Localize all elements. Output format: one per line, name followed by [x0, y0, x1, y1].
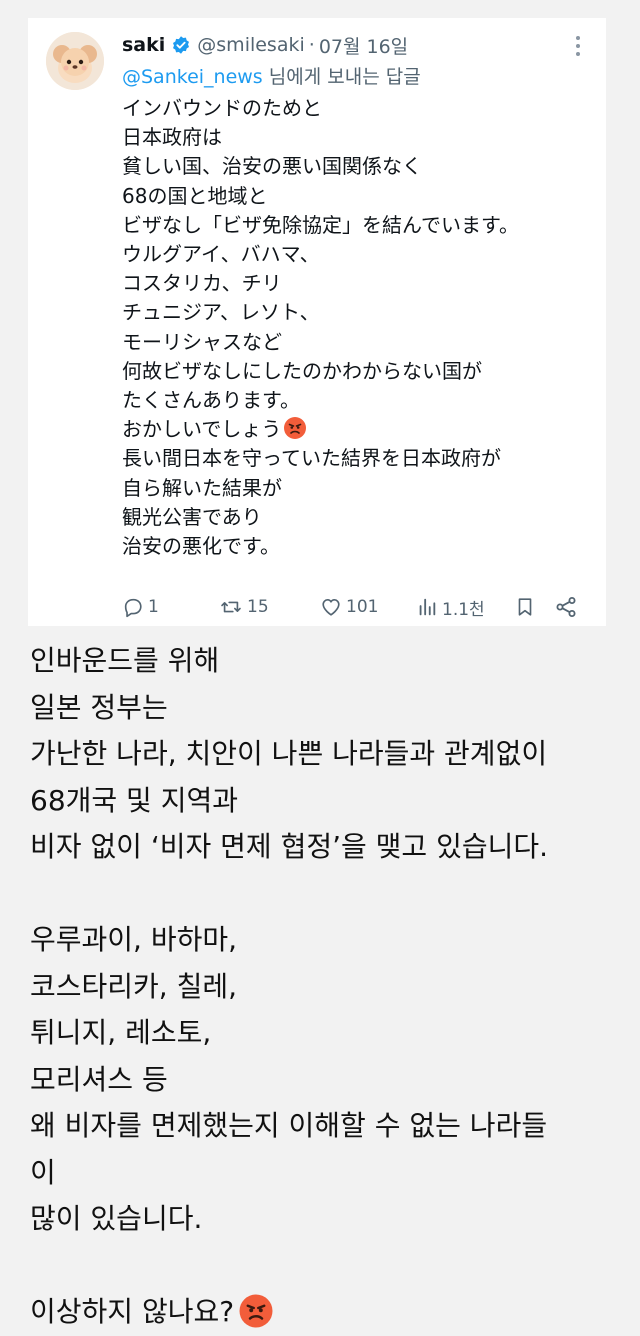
tweet-line: 日本政府は: [122, 125, 222, 150]
translation-line: 일본 정부는: [30, 690, 168, 724]
tweet-card: saki @smilesaki · 07월 16일 @Sankei_news 님…: [28, 18, 606, 626]
reply-context: @Sankei_news 님에게 보내는 답글: [122, 62, 421, 90]
tweet-line: 長い間日本を守っていた結界を日本政府が: [122, 446, 501, 471]
tweet-date[interactable]: 07월 16일: [319, 32, 408, 59]
translation-blank-line: [30, 1243, 630, 1290]
bookmark-button[interactable]: [514, 592, 540, 622]
reply-suffix: 님에게 보내는 답글: [262, 66, 421, 88]
bookmark-icon: [518, 598, 532, 616]
translation-line: 튀니지, 레소토,: [30, 1016, 212, 1049]
tweet-line: おかしいでしょう: [122, 417, 282, 442]
avatar-image: [46, 32, 104, 90]
tweet-line: たくさんあります。: [122, 388, 300, 413]
separator-dot: ·: [308, 34, 315, 56]
angry-face-emoji: [239, 1294, 273, 1328]
tweet-line: ウルグアイ、バハマ、: [122, 242, 320, 267]
retweet-icon: [221, 601, 241, 613]
tweet-actions: 1 15 101 1.1천: [122, 592, 586, 622]
tweet-line: 治安の悪化です。: [122, 534, 280, 559]
views-chart-icon: [419, 598, 436, 616]
translation-line: 68개국 및 지역과: [30, 783, 238, 817]
like-count: 101: [346, 597, 379, 617]
reply-icon: [124, 598, 142, 618]
retweet-count: 15: [247, 597, 269, 617]
tweet-line-with-emoji: おかしいでしょう: [122, 415, 598, 444]
views-button[interactable]: 1.1천: [416, 592, 485, 622]
translation-blank-line: [30, 871, 630, 918]
translation-line: 모리셔스 등: [30, 1062, 168, 1096]
reply-mention-link[interactable]: @Sankei_news: [122, 66, 263, 88]
more-options-icon[interactable]: [568, 36, 588, 56]
verified-badge-icon: [171, 35, 191, 55]
display-name[interactable]: saki: [122, 34, 165, 56]
translation-line: 이: [30, 1155, 56, 1189]
translation-line: 우루과이, 바하마,: [30, 923, 238, 956]
tweet-line: インバウンドのためと: [122, 96, 322, 120]
translation-line: 인바운드를 위해: [30, 644, 220, 677]
tweet-header: saki @smilesaki · 07월 16일: [122, 30, 408, 60]
views-count: 1.1천: [442, 599, 485, 620]
tweet-line: 何故ビザなしにしたのかわからない国が: [122, 358, 482, 383]
tweet-line: チュニジア、レソト、: [122, 300, 320, 325]
tweet-line: 観光公害であり: [122, 504, 262, 529]
heart-icon: [322, 599, 340, 616]
share-button[interactable]: [554, 592, 582, 622]
tweet-line: モーリシャスなど: [122, 329, 282, 354]
translation-line: 코스타리카, 칠레,: [30, 969, 238, 1003]
retweet-button[interactable]: 15: [219, 592, 269, 622]
tweet-line: 自ら解いた結果が: [122, 475, 282, 500]
translation-line: 왜 비자를 면제했는지 이해할 수 없는 나라들: [30, 1109, 548, 1142]
tweet-line: ビザなし「ビザ免除協定」を結んでいます。: [122, 212, 519, 237]
tweet-line: 68の国と地域と: [122, 183, 268, 208]
translation-line: 많이 있습니다.: [30, 1202, 203, 1235]
angry-face-emoji: [284, 417, 307, 440]
korean-translation: 인바운드를 위해 일본 정부는 가난한 나라, 치안이 나쁜 나라들과 관계없이…: [30, 638, 630, 1336]
share-icon: [556, 597, 576, 617]
reply-button[interactable]: 1: [122, 592, 159, 622]
handle[interactable]: @smilesaki: [197, 34, 304, 56]
tweet-line: コスタリカ、チリ: [122, 271, 282, 296]
translation-line: 가난한 나라, 치안이 나쁜 나라들과 관계없이: [30, 737, 548, 770]
tweet-line: 貧しい国、治安の悪い国関係なく: [122, 154, 422, 179]
tweet-text: インバウンドのためと 日本政府は 貧しい国、治安の悪い国関係なく 68の国と地域…: [122, 94, 598, 561]
translation-line: 이상하지 않나요?: [30, 1295, 235, 1328]
like-button[interactable]: 101: [320, 592, 378, 622]
translation-line: 비자 없이 ‘비자 면제 협정’을 맺고 있습니다.: [30, 830, 549, 863]
translation-line-with-emoji: 이상하지 않나요?: [30, 1289, 630, 1336]
avatar[interactable]: [46, 32, 104, 90]
reply-count: 1: [148, 597, 159, 617]
